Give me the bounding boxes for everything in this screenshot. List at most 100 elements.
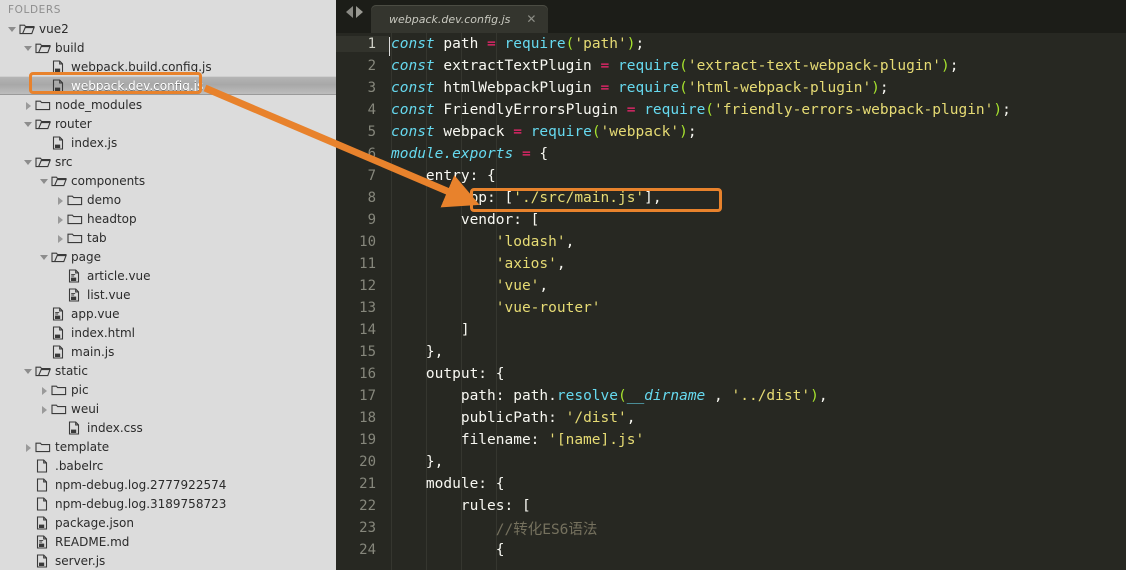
folder-open-icon [35, 41, 51, 55]
tree-item-tab[interactable]: tab [0, 228, 336, 247]
tree-item-components[interactable]: components [0, 171, 336, 190]
chevron-right-icon[interactable] [356, 6, 363, 18]
code-line-text[interactable]: { [389, 542, 1126, 558]
code-line[interactable]: 23 //转化ES6语法 [336, 517, 1126, 539]
chevron-down-icon[interactable] [23, 156, 35, 168]
code-line[interactable]: 24 { [336, 539, 1126, 561]
highlight-box-entry-app [470, 188, 722, 212]
code-line-text[interactable]: output: { [389, 366, 1126, 382]
code-line-text[interactable]: const extractTextPlugin = require('extra… [389, 58, 1126, 74]
chevron-right-icon[interactable] [55, 232, 67, 244]
code-line-text[interactable]: }, [389, 344, 1126, 360]
tree-item-page[interactable]: page [0, 247, 336, 266]
tree-item-vue2[interactable]: vue2 [0, 19, 336, 38]
chevron-down-icon[interactable] [39, 175, 51, 187]
tree-item-static[interactable]: static [0, 361, 336, 380]
chevron-right-icon[interactable] [23, 441, 35, 453]
code-line-text[interactable]: //转化ES6语法 [389, 518, 1126, 539]
code-line-text[interactable]: module: { [389, 476, 1126, 492]
tree-item-app-vue[interactable]: app.vue [0, 304, 336, 323]
code-line[interactable]: 11 'axios', [336, 253, 1126, 275]
code-line[interactable]: 19 filename: '[name].js' [336, 429, 1126, 451]
code-editor[interactable]: 1 const path = require('path'); 2 const ext… [336, 33, 1126, 570]
code-line[interactable]: 15 }, [336, 341, 1126, 363]
code-line-text[interactable]: vendor: [ [389, 212, 1126, 228]
code-line[interactable]: 22 rules: [ [336, 495, 1126, 517]
code-line[interactable]: 8 app: ['./src/main.js'], [336, 187, 1126, 209]
chevron-down-icon[interactable] [23, 365, 35, 377]
tree-item-pic[interactable]: pic [0, 380, 336, 399]
code-line[interactable]: 17 path: path.resolve(__dirname , '../di… [336, 385, 1126, 407]
code-line-text[interactable]: path: path.resolve(__dirname , '../dist'… [389, 388, 1126, 404]
tree-item-list-vue[interactable]: list.vue [0, 285, 336, 304]
tab-nav-arrows[interactable] [336, 0, 371, 33]
tree-item-npm-debug-log-3189758723[interactable]: npm-debug.log.3189758723 [0, 494, 336, 513]
code-line-text[interactable]: entry: { [389, 168, 1126, 184]
tree-item-weui[interactable]: weui [0, 399, 336, 418]
tree-item-index-js[interactable]: index.js [0, 133, 336, 152]
tree-item-build[interactable]: build [0, 38, 336, 57]
code-line[interactable]: 6 module.exports = { [336, 143, 1126, 165]
code-line-text[interactable]: filename: '[name].js' [389, 432, 1126, 448]
code-line-text[interactable]: 'vue', [389, 278, 1126, 294]
tree-item--babelrc[interactable]: .babelrc [0, 456, 336, 475]
tree-item-index-css[interactable]: index.css [0, 418, 336, 437]
code-line[interactable]: 21 module: { [336, 473, 1126, 495]
tree-item-package-json[interactable]: package.json [0, 513, 336, 532]
chevron-down-icon[interactable] [39, 251, 51, 263]
tree-item-readme-md[interactable]: README.md [0, 532, 336, 551]
code-line-text[interactable]: rules: [ [389, 498, 1126, 514]
code-line[interactable]: 20 }, [336, 451, 1126, 473]
code-line[interactable]: 16 output: { [336, 363, 1126, 385]
code-line[interactable]: 14 ] [336, 319, 1126, 341]
code-line-text[interactable]: 'vue-router' [389, 300, 1126, 316]
code-line-text[interactable]: const FriendlyErrorsPlugin = require('fr… [389, 102, 1126, 118]
tree-item-node-modules[interactable]: node_modules [0, 95, 336, 114]
code-line-text[interactable]: 'lodash', [389, 234, 1126, 250]
code-line[interactable]: 5 const webpack = require('webpack'); [336, 121, 1126, 143]
tab-webpack-dev-config[interactable]: webpack.dev.config.js ✕ [371, 5, 549, 33]
chevron-down-icon[interactable] [23, 118, 35, 130]
chevron-right-icon[interactable] [55, 213, 67, 225]
code-line[interactable]: 7 entry: { [336, 165, 1126, 187]
code-line[interactable]: 10 'lodash', [336, 231, 1126, 253]
code-line-text[interactable]: publicPath: '/dist', [389, 410, 1126, 426]
chevron-left-icon[interactable] [346, 6, 353, 18]
code-token: = [600, 58, 610, 74]
code-lines[interactable]: 1 const path = require('path'); 2 const ext… [336, 33, 1126, 561]
code-line-text[interactable]: const path = require('path'); [389, 36, 1126, 56]
code-token: { [391, 542, 505, 558]
code-line[interactable]: 3 const htmlWebpackPlugin = require('html… [336, 77, 1126, 99]
code-line[interactable]: 12 'vue', [336, 275, 1126, 297]
chevron-down-icon[interactable] [7, 23, 19, 35]
code-line-text[interactable]: ] [389, 322, 1126, 338]
tree-item-demo[interactable]: demo [0, 190, 336, 209]
close-icon[interactable]: ✕ [526, 13, 536, 25]
tree-item-src[interactable]: src [0, 152, 336, 171]
tree-item-index-html[interactable]: index.html [0, 323, 336, 342]
tree-item-server-js[interactable]: server.js [0, 551, 336, 570]
chevron-down-icon[interactable] [23, 42, 35, 54]
chevron-right-icon[interactable] [39, 403, 51, 415]
code-line-text[interactable]: const htmlWebpackPlugin = require('html-… [389, 80, 1126, 96]
code-line[interactable]: 9 vendor: [ [336, 209, 1126, 231]
code-line[interactable]: 13 'vue-router' [336, 297, 1126, 319]
chevron-right-icon[interactable] [23, 99, 35, 111]
code-line[interactable]: 4 const FriendlyErrorsPlugin = require('f… [336, 99, 1126, 121]
code-line-text[interactable]: const webpack = require('webpack'); [389, 124, 1126, 140]
tree-item-npm-debug-log-2777922574[interactable]: npm-debug.log.2777922574 [0, 475, 336, 494]
tree-item-router[interactable]: router [0, 114, 336, 133]
chevron-right-icon[interactable] [55, 194, 67, 206]
code-line-text[interactable]: 'axios', [389, 256, 1126, 272]
chevron-right-icon[interactable] [39, 384, 51, 396]
code-line-text[interactable]: }, [389, 454, 1126, 470]
code-line[interactable]: 1 const path = require('path'); [336, 33, 1126, 56]
code-line-text[interactable]: module.exports = { [389, 146, 1126, 162]
tree-item-main-js[interactable]: main.js [0, 342, 336, 361]
code-line[interactable]: 18 publicPath: '/dist', [336, 407, 1126, 429]
file-tree[interactable]: vue2 build webpack.build.config.js webpack.… [0, 19, 336, 570]
tree-item-headtop[interactable]: headtop [0, 209, 336, 228]
code-line[interactable]: 2 const extractTextPlugin = require('extr… [336, 55, 1126, 77]
tree-item-template[interactable]: template [0, 437, 336, 456]
tree-item-article-vue[interactable]: article.vue [0, 266, 336, 285]
